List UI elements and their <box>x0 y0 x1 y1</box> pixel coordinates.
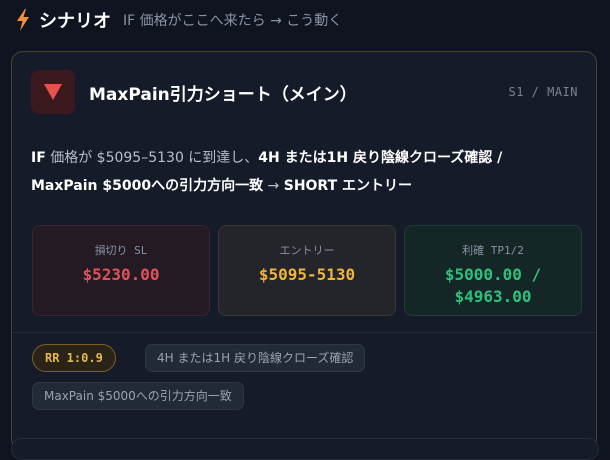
scenario-id: S1 / MAIN <box>508 85 578 99</box>
section-header: シナリオ IF 価格がここへ来たら → こう動く <box>16 6 342 34</box>
scenario-card[interactable]: MaxPain引力ショート（メイン） S1 / MAIN IF 価格が $509… <box>11 51 597 451</box>
take-profit-value-2: $4963.00 <box>454 287 532 306</box>
take-profit-label: 利確 TP1/2 <box>462 244 524 257</box>
direction-badge <box>31 70 75 114</box>
condition-action: SHORT エントリー <box>283 178 413 194</box>
entry-label: エントリー <box>279 244 335 257</box>
scenario-title: MaxPain引力ショート（メイン） <box>89 84 357 105</box>
lightning-bolt-icon <box>17 9 29 31</box>
card-divider <box>12 332 596 333</box>
entry-box: エントリー $5095-5130 <box>218 225 396 316</box>
take-profit-box: 利確 TP1/2 $5000.00 / $4963.00 <box>404 225 582 316</box>
take-profit-value-1: $5000.00 / <box>444 265 542 284</box>
next-scenario-card[interactable] <box>11 438 599 460</box>
take-profit-value: $5000.00 / $4963.00 <box>405 264 581 308</box>
condition-tag: MaxPain $5000への引力方向一致 <box>32 382 244 410</box>
condition-if: IF <box>31 150 46 166</box>
stop-loss-value: $5230.00 <box>82 265 160 284</box>
condition-tag: 4H または1H 戻り陰線クローズ確認 <box>145 344 366 372</box>
scenario-card-header: MaxPain引力ショート（メイン） S1 / MAIN <box>31 70 578 114</box>
condition-arrow: → <box>263 178 284 194</box>
condition-price: 価格が $5095–5130 に到達し、 <box>45 150 259 166</box>
entry-value: $5095-5130 <box>258 265 356 284</box>
down-triangle-icon <box>44 84 62 100</box>
risk-reward-badge: RR 1:0.9 <box>32 344 116 372</box>
section-title: シナリオ <box>39 11 111 32</box>
section-subtitle: IF 価格がここへ来たら → こう動く <box>123 13 343 29</box>
stop-loss-label: 損切り SL <box>94 244 148 257</box>
scenario-condition: IF 価格が $5095–5130 に到達し、4H または1H 戻り陰線クローズ… <box>31 144 571 200</box>
stop-loss-box: 損切り SL $5230.00 <box>32 225 210 316</box>
